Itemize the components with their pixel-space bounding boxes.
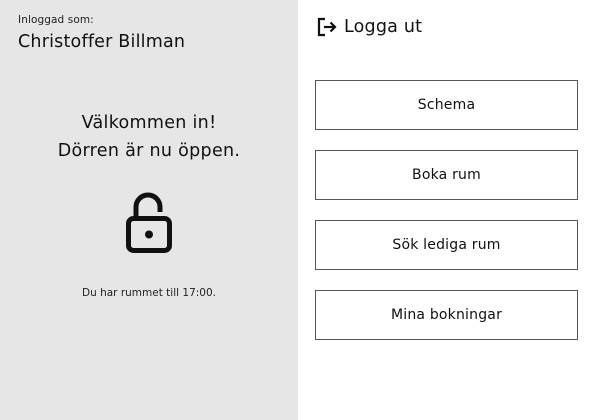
- logged-in-caption: Inloggad som:: [18, 14, 94, 26]
- welcome-line-1: Välkommen in!: [81, 113, 217, 133]
- logout-button[interactable]: Logga ut: [316, 15, 422, 39]
- unlocked-padlock-icon: [125, 192, 173, 254]
- logout-icon: [316, 16, 338, 38]
- schedule-button[interactable]: Schema: [315, 80, 578, 130]
- status-panel: Inloggad som: Christoffer Billman Välkom…: [0, 0, 298, 420]
- my-bookings-button[interactable]: Mina bokningar: [315, 290, 578, 340]
- book-room-button[interactable]: Boka rum: [315, 150, 578, 200]
- action-panel: Logga ut Schema Boka rum Sök lediga rum …: [298, 0, 595, 420]
- user-name: Christoffer Billman: [18, 32, 186, 52]
- welcome-line-2: Dörren är nu öppen.: [57, 141, 241, 161]
- room-until-note: Du har rummet till 17:00.: [82, 287, 216, 299]
- search-free-rooms-button[interactable]: Sök lediga rum: [315, 220, 578, 270]
- welcome-message: Välkommen in! Dörren är nu öppen.: [0, 109, 298, 165]
- logout-label: Logga ut: [344, 17, 423, 37]
